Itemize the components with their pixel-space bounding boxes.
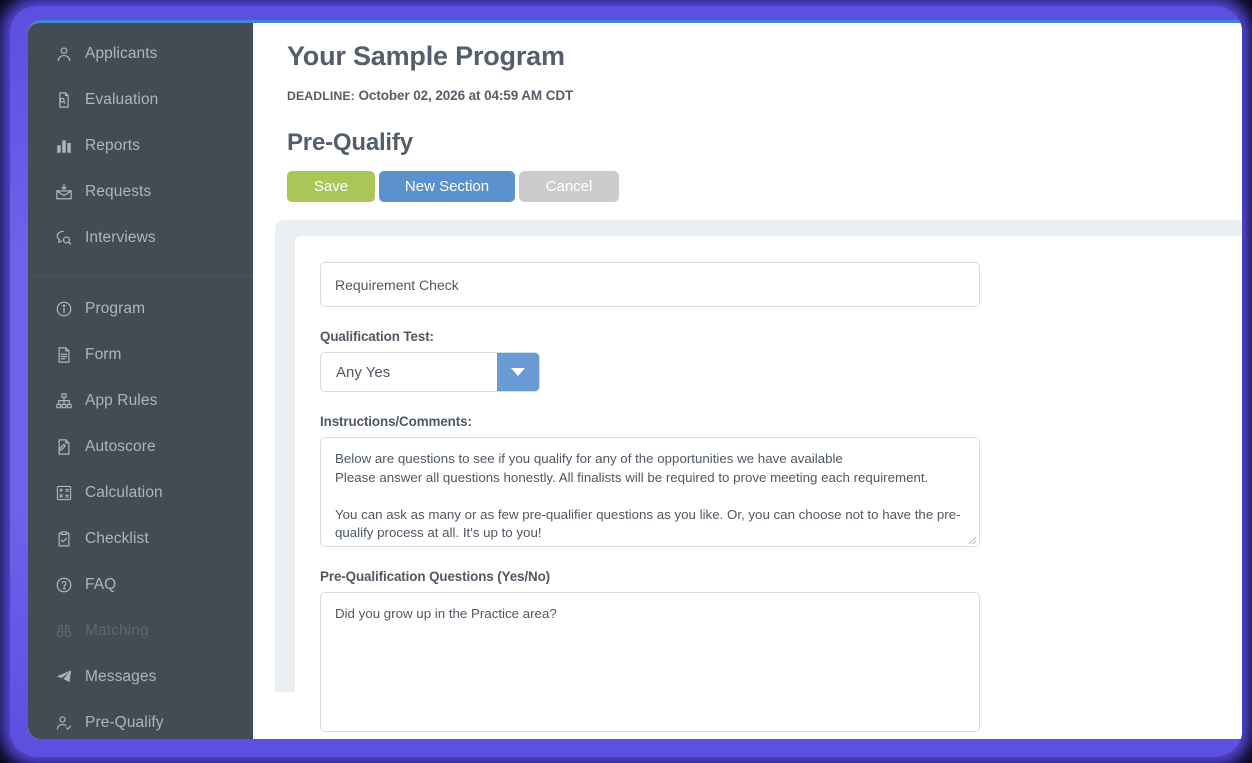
sidebar-item-matching: Matching (28, 608, 253, 654)
binoculars-icon (54, 622, 73, 641)
document-pencil-icon (54, 438, 73, 457)
sidebar-item-evaluation[interactable]: Evaluation (28, 77, 253, 123)
sidebar-item-label: Reports (85, 137, 140, 155)
deadline-text: DEADLINE: October 02, 2026 at 04:59 AM C… (287, 88, 1228, 103)
section-panel: Qualification Test: Any Yes Instructions… (275, 220, 1242, 732)
sidebar-item-label: Matching (85, 622, 149, 640)
sidebar-item-form[interactable]: Form (28, 332, 253, 378)
sidebar-item-label: Pre-Qualify (85, 714, 164, 732)
envelope-download-icon (54, 183, 73, 202)
cancel-button[interactable]: Cancel (519, 171, 619, 202)
sidebar-item-reports[interactable]: Reports (28, 123, 253, 169)
sidebar-item-checklist[interactable]: Checklist (28, 516, 253, 562)
bar-chart-icon (54, 137, 73, 156)
qualification-test-label: Qualification Test: (320, 329, 434, 344)
question-circle-icon (54, 576, 73, 595)
sidebar-item-calculation[interactable]: Calculation (28, 470, 253, 516)
sidebar-item-label: Applicants (85, 45, 158, 63)
sidebar-item-label: FAQ (85, 576, 117, 594)
questions-textarea[interactable] (320, 592, 980, 732)
person-icon (54, 45, 73, 64)
sidebar-item-label: Program (85, 300, 146, 318)
sidebar-item-pre-qualify[interactable]: Pre-Qualify (28, 700, 253, 739)
page-title: Your Sample Program (287, 41, 565, 71)
instructions-label: Instructions/Comments: (320, 414, 472, 429)
section-card: Qualification Test: Any Yes Instructions… (295, 236, 1242, 732)
section-name-input[interactable] (320, 262, 980, 307)
questions-label: Pre-Qualification Questions (Yes/No) (320, 569, 551, 584)
questions-field-wrap (320, 592, 980, 732)
sidebar-item-label: Autoscore (85, 438, 156, 456)
form-document-icon (54, 346, 73, 365)
app-window: Applicants Evaluation Reports Requests I… (28, 20, 1242, 739)
sidebar-item-messages[interactable]: Messages (28, 654, 253, 700)
sidebar-group-primary: Applicants Evaluation Reports Requests I… (28, 31, 253, 261)
sidebar-group-secondary: Program Form App Rules Autoscore Calcula… (28, 286, 253, 739)
sidebar-item-app-rules[interactable]: App Rules (28, 378, 253, 424)
sitemap-icon (54, 392, 73, 411)
info-circle-icon (54, 300, 73, 319)
sidebar-item-label: Interviews (85, 229, 156, 247)
deadline-label: DEADLINE: (287, 89, 355, 103)
sidebar-item-applicants[interactable]: Applicants (28, 31, 253, 77)
chevron-down-icon[interactable] (497, 353, 539, 391)
qualification-test-select[interactable]: Any Yes (320, 352, 540, 392)
person-check-icon (54, 714, 73, 733)
sidebar-item-label: Form (85, 346, 122, 364)
paper-plane-icon (54, 668, 73, 687)
clipboard-check-icon (54, 530, 73, 549)
sidebar: Applicants Evaluation Reports Requests I… (28, 23, 253, 739)
sidebar-item-label: Calculation (85, 484, 163, 502)
main-content: Your Sample Program DEADLINE: October 02… (253, 23, 1242, 739)
page-header: Your Sample Program DEADLINE: October 02… (253, 23, 1242, 202)
sidebar-item-label: Requests (85, 183, 152, 201)
sidebar-item-requests[interactable]: Requests (28, 169, 253, 215)
sidebar-item-interviews[interactable]: Interviews (28, 215, 253, 261)
document-search-icon (54, 91, 73, 110)
screen: Applicants Evaluation Reports Requests I… (0, 0, 1252, 763)
sidebar-item-label: Evaluation (85, 91, 159, 109)
sidebar-item-faq[interactable]: FAQ (28, 562, 253, 608)
instructions-textarea[interactable] (320, 437, 980, 547)
save-button[interactable]: Save (287, 171, 375, 202)
sidebar-item-label: App Rules (85, 392, 158, 410)
sidebar-item-label: Messages (85, 668, 157, 686)
sidebar-item-program[interactable]: Program (28, 286, 253, 332)
sidebar-item-autoscore[interactable]: Autoscore (28, 424, 253, 470)
deadline-value: October 02, 2026 at 04:59 AM CDT (358, 88, 574, 103)
instructions-field-wrap (320, 437, 980, 547)
calculator-icon (54, 484, 73, 503)
section-title: Pre-Qualify (287, 129, 413, 156)
new-section-button[interactable]: New Section (379, 171, 515, 202)
sidebar-item-label: Checklist (85, 530, 149, 548)
sidebar-divider (28, 275, 253, 276)
qualification-test-value: Any Yes (321, 353, 497, 391)
action-toolbar: Save New Section Cancel (287, 171, 1228, 202)
chat-search-icon (54, 229, 73, 248)
window-glow-frame: Applicants Evaluation Reports Requests I… (10, 6, 1242, 757)
